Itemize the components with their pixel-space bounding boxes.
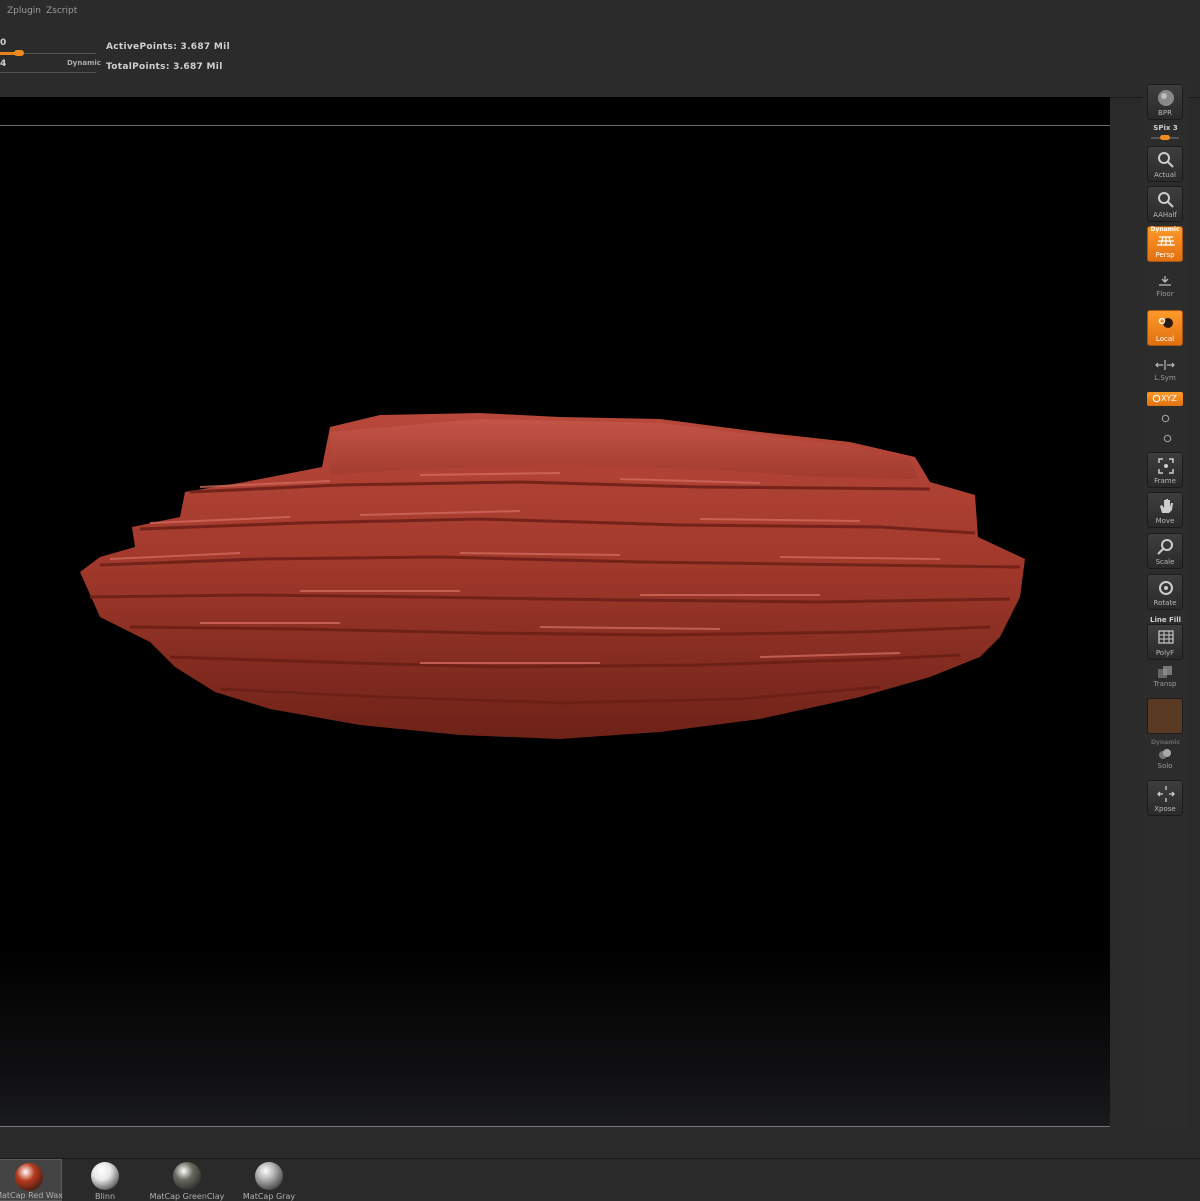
rotate-button[interactable]: Rotate: [1147, 574, 1183, 610]
transp-label: Transp: [1153, 680, 1177, 688]
material-tray: MatCap Red Wax Blinn MatCap GreenClay Ma…: [0, 1158, 1200, 1201]
local-label: Local: [1155, 335, 1175, 343]
move-button[interactable]: Move: [1147, 492, 1183, 528]
right-shelf: BPR SPix 3 Actual AAHalf Dynamic Persp F…: [1143, 78, 1188, 1128]
material-slot[interactable]: MatCap Gray: [236, 1159, 302, 1201]
menu-zscript[interactable]: Zscript: [46, 6, 77, 16]
dynamic-label[interactable]: Dynamic: [67, 59, 101, 67]
rotate-y-icon[interactable]: [1161, 414, 1170, 423]
actual-label: Actual: [1154, 171, 1176, 179]
info-bar: 0 4 Dynamic ActivePoints: 3.687 Mil Tota…: [0, 22, 1200, 98]
rotate-z-icon[interactable]: [1163, 434, 1172, 443]
xpose-label: Xpose: [1154, 805, 1176, 813]
persp-label: Persp: [1155, 251, 1175, 259]
rotate-icon: [1159, 581, 1173, 595]
spix-slider-handle[interactable]: [1160, 135, 1170, 140]
top-slider-handle[interactable]: [14, 50, 24, 56]
top-slider-value: 0: [0, 38, 7, 48]
material-sphere: [91, 1162, 119, 1190]
transparency-icon: [1158, 666, 1172, 678]
aahalf-label: AAHalf: [1153, 211, 1177, 219]
total-points-readout: TotalPoints: 3.687 Mil: [106, 62, 223, 72]
material-slot[interactable]: MatCap Red Wax: [0, 1159, 63, 1201]
polyf-label: PolyF: [1155, 649, 1175, 657]
frame-label: Frame: [1154, 477, 1176, 485]
floor-icon: [1159, 276, 1171, 286]
material-sphere: [255, 1162, 283, 1190]
polygrid-icon: [1158, 630, 1174, 644]
ghost-button[interactable]: [1147, 698, 1183, 734]
move-label: Move: [1155, 517, 1175, 525]
floor-label: Floor: [1156, 290, 1174, 298]
persp-button[interactable]: Dynamic Persp: [1147, 226, 1183, 262]
menu-zplugin[interactable]: Zplugin: [7, 6, 41, 16]
material-slot[interactable]: Blinn: [72, 1159, 138, 1201]
spix-label: SPix 3: [1153, 124, 1178, 132]
aahalf-button[interactable]: AAHalf: [1147, 186, 1183, 222]
rotate-axis-icon: [1152, 394, 1161, 403]
bottom-slider-track[interactable]: [0, 72, 96, 73]
bpr-button[interactable]: BPR: [1147, 84, 1183, 120]
xpose-button[interactable]: Xpose: [1147, 780, 1183, 816]
solo-icon: [1159, 749, 1171, 759]
bottom-slider-value: 4: [0, 59, 7, 69]
magnifier-icon: [1158, 152, 1174, 168]
frame-icon: [1158, 458, 1174, 474]
hand-icon: [1160, 499, 1173, 513]
line-fill-label[interactable]: Line Fill: [1143, 616, 1188, 624]
lsym-button[interactable]: L.Sym: [1147, 358, 1183, 382]
menu-bar: Zplugin Zscript: [0, 0, 1200, 22]
rotate-label: Rotate: [1153, 599, 1177, 607]
magnifier-icon: [1158, 192, 1174, 208]
transp-button[interactable]: Transp: [1147, 664, 1183, 688]
scale-label: Scale: [1155, 558, 1175, 566]
polyf-button[interactable]: PolyF: [1147, 624, 1183, 660]
xpose-icon: [1157, 786, 1175, 802]
bpr-label: BPR: [1158, 109, 1172, 117]
local-button[interactable]: Local: [1147, 310, 1183, 346]
symmetry-arrows-icon: [1155, 360, 1175, 370]
magnifier-icon: [1157, 539, 1173, 555]
xyz-button[interactable]: XYZ: [1147, 392, 1183, 406]
floor-button[interactable]: Floor: [1147, 274, 1183, 298]
lsym-label: L.Sym: [1154, 374, 1176, 382]
xyz-label: XYZ: [1161, 394, 1177, 403]
solo-button[interactable]: Solo: [1147, 746, 1183, 770]
perspective-grid-icon: [1157, 236, 1175, 246]
active-points-readout: ActivePoints: 3.687 Mil: [106, 42, 230, 52]
frame-button[interactable]: Frame: [1147, 452, 1183, 488]
solo-dynamic-label[interactable]: Dynamic: [1143, 739, 1188, 746]
rock-model[interactable]: [0, 97, 1110, 1127]
material-label: MatCap Red Wax: [0, 1191, 63, 1200]
local-pivot-icon: [1158, 317, 1173, 328]
material-sphere: [173, 1162, 201, 1190]
material-slot[interactable]: MatCap GreenClay: [150, 1159, 224, 1201]
material-sphere: [15, 1163, 43, 1191]
document-canvas[interactable]: [0, 97, 1110, 1127]
bpr-sphere-icon: [1158, 90, 1174, 106]
actual-button[interactable]: Actual: [1147, 146, 1183, 182]
scale-button[interactable]: Scale: [1147, 533, 1183, 569]
solo-label: Solo: [1157, 762, 1173, 770]
